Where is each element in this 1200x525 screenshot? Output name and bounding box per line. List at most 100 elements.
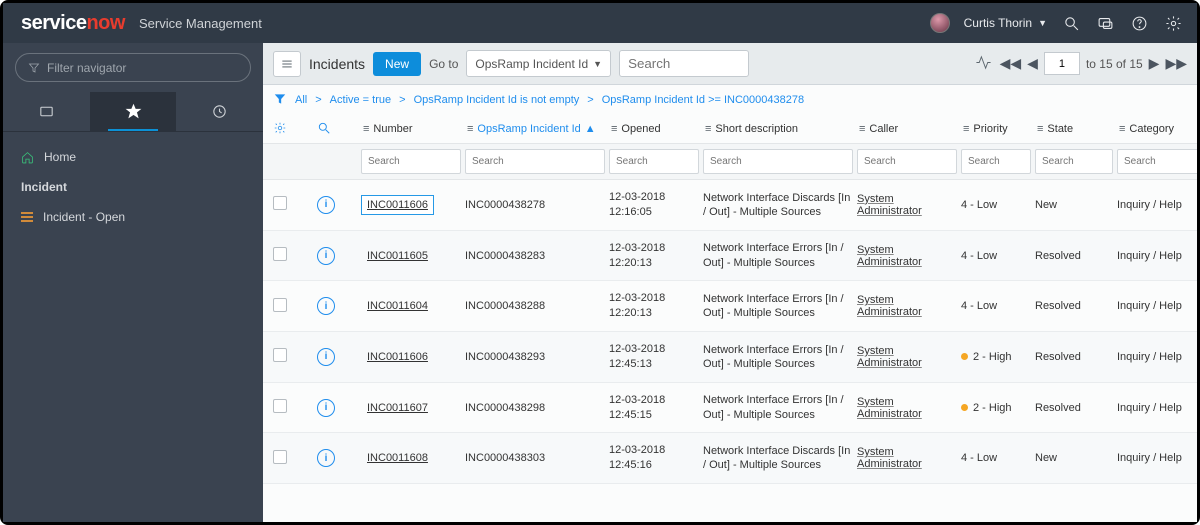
preview-record-icon[interactable]: i (317, 247, 335, 265)
column-headers: ≡Number ≡OpsRamp Incident Id▲ ≡Opened ≡S… (263, 115, 1197, 144)
row-checkbox[interactable] (273, 450, 287, 464)
cell-opened: 12-03-201812:45:16 (609, 443, 699, 473)
col-category[interactable]: ≡Category (1117, 115, 1197, 143)
preview-record-icon[interactable]: i (317, 297, 335, 315)
search-opsramp[interactable] (465, 149, 605, 174)
sidebar-item-incident[interactable]: Incident (3, 172, 263, 202)
new-button[interactable]: New (373, 52, 421, 76)
breadcrumb-item[interactable]: Active = true (330, 94, 391, 106)
cell-opened: 12-03-201812:45:15 (609, 393, 699, 423)
preview-record-icon[interactable]: i (317, 348, 335, 366)
cell-description: Network Interface Errors [In / Out] - Mu… (703, 343, 853, 372)
cell-opsramp: INC0000438293 (465, 351, 605, 363)
row-checkbox[interactable] (273, 247, 287, 261)
search-icon[interactable] (1061, 13, 1081, 33)
col-caller[interactable]: ≡Caller (857, 115, 957, 143)
filter-navigator-input[interactable]: Filter navigator (15, 53, 251, 82)
global-banner: servicenow Service Management Curtis Tho… (3, 3, 1197, 43)
nav-tab-all[interactable] (3, 92, 90, 131)
col-priority[interactable]: ≡Priority (961, 115, 1031, 143)
caller-link[interactable]: SystemAdministrator (857, 244, 922, 268)
user-menu-caret-icon[interactable]: ▼ (1038, 18, 1047, 28)
caller-link[interactable]: SystemAdministrator (857, 446, 922, 470)
incident-number-link[interactable]: INC0011607 (361, 398, 434, 418)
avatar[interactable] (930, 13, 950, 33)
breadcrumb-item[interactable]: OpsRamp Incident Id >= INC0000438278 (602, 94, 804, 106)
prev-page-button[interactable]: ◀ (1027, 55, 1038, 72)
preview-record-icon[interactable]: i (317, 196, 335, 214)
breadcrumb-all[interactable]: All (295, 94, 307, 106)
goto-search-input[interactable] (619, 50, 749, 77)
search-priority[interactable] (961, 149, 1031, 174)
page-range: to 15 of 15 (1086, 57, 1143, 71)
sidebar-item-incident-open[interactable]: Incident - Open (3, 202, 263, 232)
search-number[interactable] (361, 149, 461, 174)
personalize-columns-icon[interactable] (273, 121, 313, 138)
preview-record-icon[interactable]: i (317, 399, 335, 417)
next-page-button[interactable]: ▶ (1149, 55, 1160, 72)
filter-funnel-icon[interactable] (273, 92, 287, 109)
search-desc[interactable] (703, 149, 853, 174)
nav-tab-favorites[interactable] (90, 92, 177, 131)
table-row: i INC0011606 INC0000438293 12-03-201812:… (263, 332, 1197, 383)
row-checkbox[interactable] (273, 196, 287, 210)
incident-number-link[interactable]: INC0011608 (361, 448, 434, 468)
chevron-down-icon: ▼ (593, 59, 602, 69)
caller-link[interactable]: SystemAdministrator (857, 193, 922, 217)
data-rows: i INC0011606 INC0000438278 12-03-201812:… (263, 180, 1197, 522)
row-checkbox[interactable] (273, 399, 287, 413)
user-name[interactable]: Curtis Thorin (964, 16, 1032, 30)
table-row: i INC0011607 INC0000438298 12-03-201812:… (263, 383, 1197, 434)
priority-dot-icon (961, 353, 968, 360)
filter-placeholder: Filter navigator (47, 61, 126, 75)
help-icon[interactable] (1129, 13, 1149, 33)
sidebar-item-home[interactable]: Home (3, 142, 263, 172)
chat-icon[interactable] (1095, 13, 1115, 33)
cell-state: New (1035, 452, 1113, 464)
preview-record-icon[interactable]: i (317, 449, 335, 467)
col-opened[interactable]: ≡Opened (609, 115, 699, 143)
breadcrumb-item[interactable]: OpsRamp Incident Id is not empty (414, 94, 580, 106)
sidebar-item-label: Home (44, 150, 76, 164)
cell-category: Inquiry / Help (1117, 402, 1197, 414)
col-opsramp[interactable]: ≡OpsRamp Incident Id▲ (465, 115, 605, 143)
toggle-search-icon[interactable] (317, 121, 357, 138)
gear-icon[interactable] (1163, 13, 1183, 33)
activity-stream-icon[interactable] (975, 54, 992, 74)
table-row: i INC0011604 INC0000438288 12-03-201812:… (263, 281, 1197, 332)
col-short-desc[interactable]: ≡Short description (703, 115, 853, 143)
nav-tab-history[interactable] (176, 92, 263, 131)
search-opened[interactable] (609, 149, 699, 174)
page-input[interactable] (1044, 52, 1080, 75)
cell-description: Network Interface Errors [In / Out] - Mu… (703, 292, 853, 321)
cell-priority: 4 - Low (961, 452, 1031, 464)
caller-link[interactable]: SystemAdministrator (857, 294, 922, 318)
incident-number-link[interactable]: INC0011605 (361, 246, 434, 266)
row-checkbox[interactable] (273, 348, 287, 362)
incident-number-link[interactable]: INC0011604 (361, 296, 434, 316)
cell-opsramp: INC0000438283 (465, 250, 605, 262)
col-number[interactable]: ≡Number (361, 115, 461, 143)
incident-number-link[interactable]: INC0011606 (361, 347, 434, 367)
sidebar: Filter navigator Home Incident (3, 43, 263, 522)
list-menu-button[interactable] (273, 51, 301, 77)
cell-category: Inquiry / Help (1117, 452, 1197, 464)
search-category[interactable] (1117, 149, 1197, 174)
incident-number-link[interactable]: INC0011606 (361, 195, 434, 215)
search-caller[interactable] (857, 149, 957, 174)
cell-priority: 2 - High (961, 351, 1031, 363)
row-checkbox[interactable] (273, 298, 287, 312)
search-state[interactable] (1035, 149, 1113, 174)
col-state[interactable]: ≡State (1035, 115, 1113, 143)
table-row: i INC0011605 INC0000438283 12-03-201812:… (263, 231, 1197, 282)
cell-state: New (1035, 199, 1113, 211)
content-area: Incidents New Go to OpsRamp Incident Id … (263, 43, 1197, 522)
first-page-button[interactable]: ◀◀ (1000, 55, 1022, 72)
priority-dot-icon (961, 404, 968, 411)
caller-link[interactable]: SystemAdministrator (857, 396, 922, 420)
last-page-button[interactable]: ▶▶ (1165, 55, 1187, 72)
goto-field-select[interactable]: OpsRamp Incident Id ▼ (466, 50, 611, 77)
caller-link[interactable]: SystemAdministrator (857, 345, 922, 369)
logo: servicenow (21, 12, 125, 35)
cell-state: Resolved (1035, 351, 1113, 363)
